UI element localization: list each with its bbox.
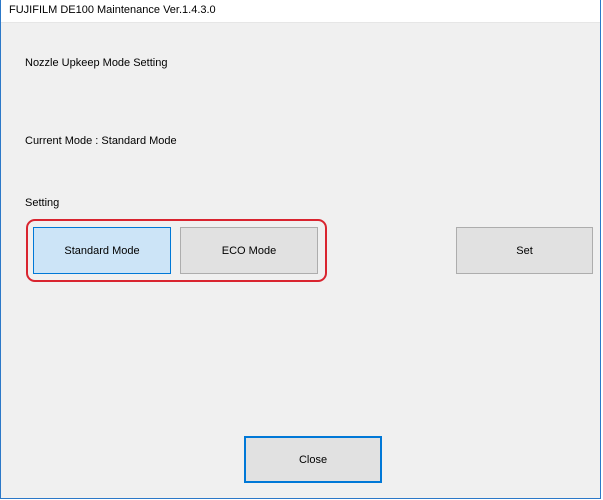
window-title: FUJIFILM DE100 Maintenance Ver.1.4.3.0: [9, 4, 216, 16]
eco-mode-button[interactable]: ECO Mode: [180, 227, 318, 274]
close-button[interactable]: Close: [244, 436, 382, 483]
standard-mode-button[interactable]: Standard Mode: [33, 227, 171, 274]
set-button[interactable]: Set: [456, 227, 593, 274]
setting-label: Setting: [25, 197, 60, 209]
maintenance-window: FUJIFILM DE100 Maintenance Ver.1.4.3.0 N…: [0, 0, 601, 499]
page-heading: Nozzle Upkeep Mode Setting: [25, 57, 168, 69]
current-mode-label: Current Mode : Standard Mode: [25, 135, 177, 147]
title-bar[interactable]: FUJIFILM DE100 Maintenance Ver.1.4.3.0: [1, 0, 600, 23]
